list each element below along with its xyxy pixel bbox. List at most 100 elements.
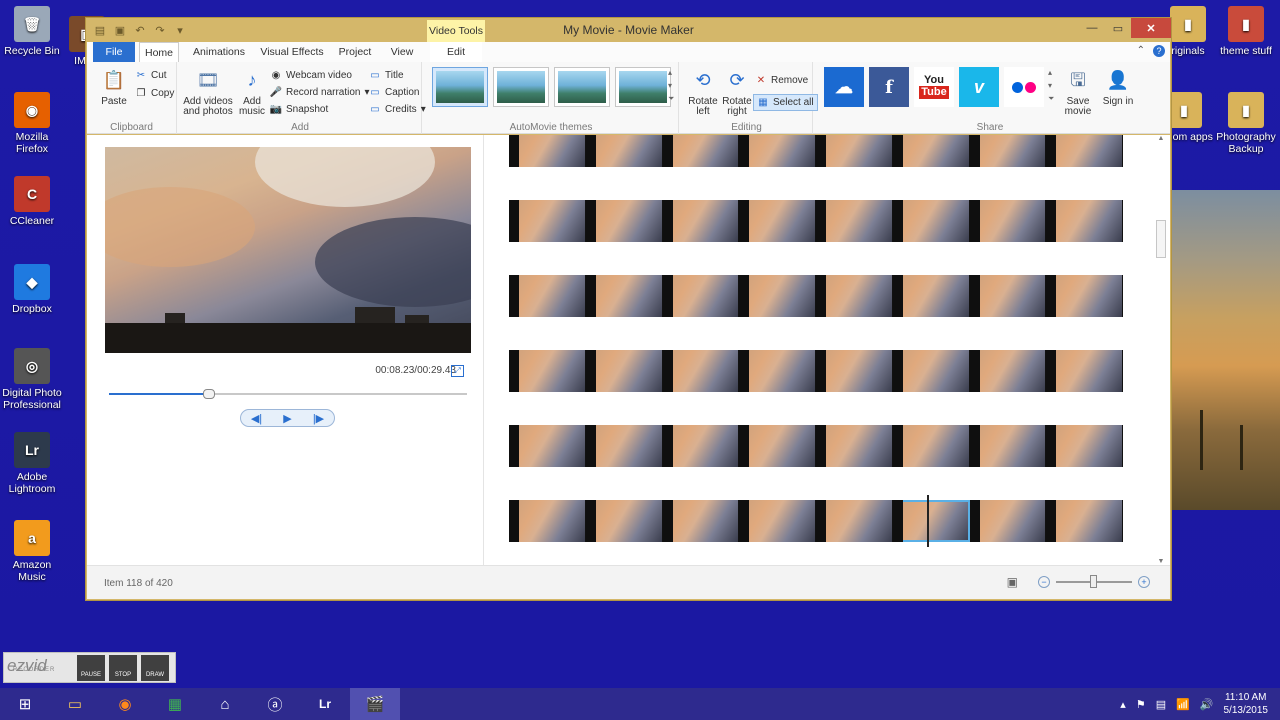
flickr-icon[interactable] [1004,67,1044,107]
share-gallery-scroll[interactable]: ▴ ▾ ⏷ [1048,66,1054,105]
tab-animations[interactable]: Animations [187,42,251,62]
clip-frame[interactable] [662,350,740,392]
clip-frame[interactable] [585,200,663,242]
fullscreen-icon[interactable]: ⤢ [451,365,464,377]
show-hidden-icons-icon[interactable]: ▴ [1120,698,1126,711]
theme-contemporary[interactable] [493,67,549,107]
clip-frame[interactable] [1046,425,1123,467]
theme-fade[interactable] [554,67,610,107]
clip-frame[interactable] [969,500,1047,542]
clip-frame[interactable] [816,200,893,242]
pause-button[interactable]: PAUSE [77,654,105,681]
clip-frame[interactable] [1046,275,1123,317]
clip-frame[interactable] [1046,500,1123,542]
desktop-icon[interactable]: ◎ Digital Photo Professional [0,348,64,411]
home-icon[interactable]: ⌂ [200,688,250,720]
theme-gallery-scroll[interactable]: ▴ ▾ ⏷ [668,66,674,105]
clip-frame[interactable] [892,200,970,242]
clip-frame[interactable] [509,200,586,242]
clip-frame[interactable] [509,275,586,317]
remove-button[interactable]: ✕ Remove [755,72,808,89]
playhead-caret[interactable] [927,495,929,547]
clip-frame[interactable] [509,135,586,167]
clock[interactable]: 11:10 AM 5/13/2015 [1224,691,1269,717]
save-movie-button[interactable]: 🖫 Save movie [1060,66,1096,117]
zoom-slider[interactable] [1056,575,1132,588]
tab-project[interactable]: Project [335,42,375,62]
desktop-icon[interactable]: a Amazon Music [0,520,64,583]
desktop-icon[interactable]: ▮ theme stuff [1214,6,1278,57]
zoom-handle[interactable] [1090,575,1097,588]
scroll-up-icon[interactable]: ▲ [1156,135,1166,142]
clip-frame[interactable] [739,200,816,242]
help-icon[interactable]: ? [1153,45,1165,57]
movie-maker-taskbar-icon[interactable]: 🎬 [350,688,400,720]
clip-frame[interactable] [816,135,893,167]
clip-frame[interactable] [585,425,663,467]
tab-edit[interactable]: Edit [430,42,482,62]
file-explorer-icon[interactable]: ▭ [50,688,100,720]
start-button[interactable]: ⊞ [0,688,50,720]
record-narration-button[interactable]: 🎤 Record narration ▾ [270,84,370,101]
select-all-button[interactable]: ▦ Select all [753,94,818,111]
close-button[interactable]: ✕ [1131,18,1171,38]
amazon-icon[interactable]: ⓐ [250,688,300,720]
clip-frame[interactable] [1046,350,1123,392]
paste-button[interactable]: 📋 Paste [97,66,131,107]
clip-frame[interactable] [509,500,586,542]
clip-frame[interactable] [585,500,663,542]
clip-frame[interactable] [739,500,816,542]
rotate-left-button[interactable]: ⟲ Rotate left [687,66,719,117]
title-button[interactable]: ▭ Title [369,67,403,84]
caption-button[interactable]: ▭ Caption [369,84,419,101]
stop-button[interactable]: STOP [109,654,137,681]
desktop-icon[interactable]: ◆ Dropbox [0,264,64,315]
clip-frame[interactable] [585,135,663,167]
clip-frame[interactable] [816,275,893,317]
clip-frame[interactable] [1046,200,1123,242]
clip-frame[interactable] [816,350,893,392]
clip-frame[interactable] [739,425,816,467]
storyboard-clip-strip[interactable] [509,275,1123,317]
clip-frame[interactable] [969,135,1047,167]
flag-icon[interactable]: ⚑ [1136,698,1146,711]
seek-handle[interactable] [203,389,215,399]
lightroom-icon[interactable]: Lr [300,688,350,720]
firefox-icon[interactable]: ◉ [100,688,150,720]
thumbnail-size-icon[interactable]: ▣ [1007,575,1018,589]
clip-frame[interactable] [816,425,893,467]
preview-video[interactable] [105,147,471,353]
clip-frame[interactable] [892,425,970,467]
clip-frame[interactable] [739,275,816,317]
tab-home[interactable]: Home [139,42,179,62]
clip-frame[interactable] [892,350,970,392]
clip-frame[interactable] [662,200,740,242]
clip-frame[interactable] [509,425,586,467]
youtube-icon[interactable]: You Tube [914,67,954,107]
tab-view[interactable]: View [385,42,419,62]
desktop-icon[interactable]: Lr Adobe Lightroom [0,432,64,495]
storyboard-clip-strip[interactable] [509,495,1123,547]
clip-frame[interactable] [892,275,970,317]
clip-frame[interactable] [662,275,740,317]
clip-frame[interactable] [969,275,1047,317]
clip-frame[interactable] [509,350,586,392]
clip-frame[interactable] [585,350,663,392]
tab-file[interactable]: File [93,42,135,62]
clip-frame[interactable] [662,135,740,167]
volume-icon[interactable]: 🔊 [1200,698,1214,711]
snapshot-button[interactable]: 📷 Snapshot [270,101,328,118]
clip-frame[interactable] [892,500,970,542]
play-icon[interactable]: ▶ [272,410,303,426]
next-frame-icon[interactable]: |▶ [303,410,334,426]
add-music-button[interactable]: ♪ Add music [237,66,267,117]
clip-frame[interactable] [739,135,816,167]
clip-frame[interactable] [969,200,1047,242]
webcam-video-button[interactable]: ◉ Webcam video [270,67,352,84]
credits-button[interactable]: ▭ Credits ▾ [369,101,425,118]
copy-button[interactable]: ❐ Copy [135,85,175,102]
minimize-button[interactable]: — [1079,18,1105,38]
zoom-in-icon[interactable]: + [1138,576,1150,588]
theme-pan-zoom[interactable] [615,67,671,107]
storyboard-clip-strip[interactable] [509,350,1123,392]
